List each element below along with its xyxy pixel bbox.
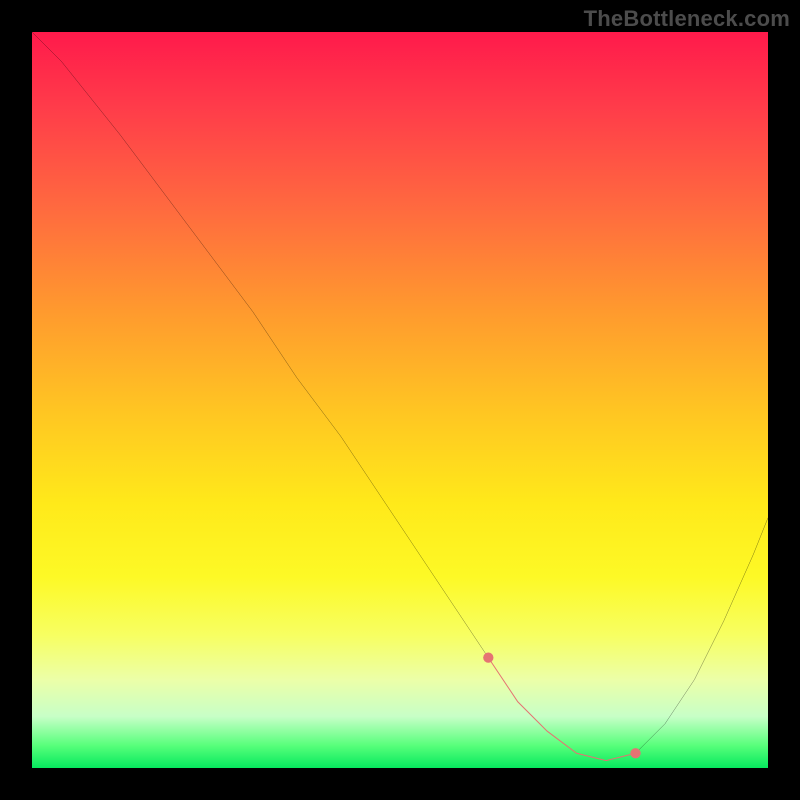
- watermark-text: TheBottleneck.com: [584, 6, 790, 32]
- chart-stage: TheBottleneck.com: [0, 0, 800, 800]
- plot-area: [32, 32, 768, 768]
- gradient-background: [32, 32, 768, 768]
